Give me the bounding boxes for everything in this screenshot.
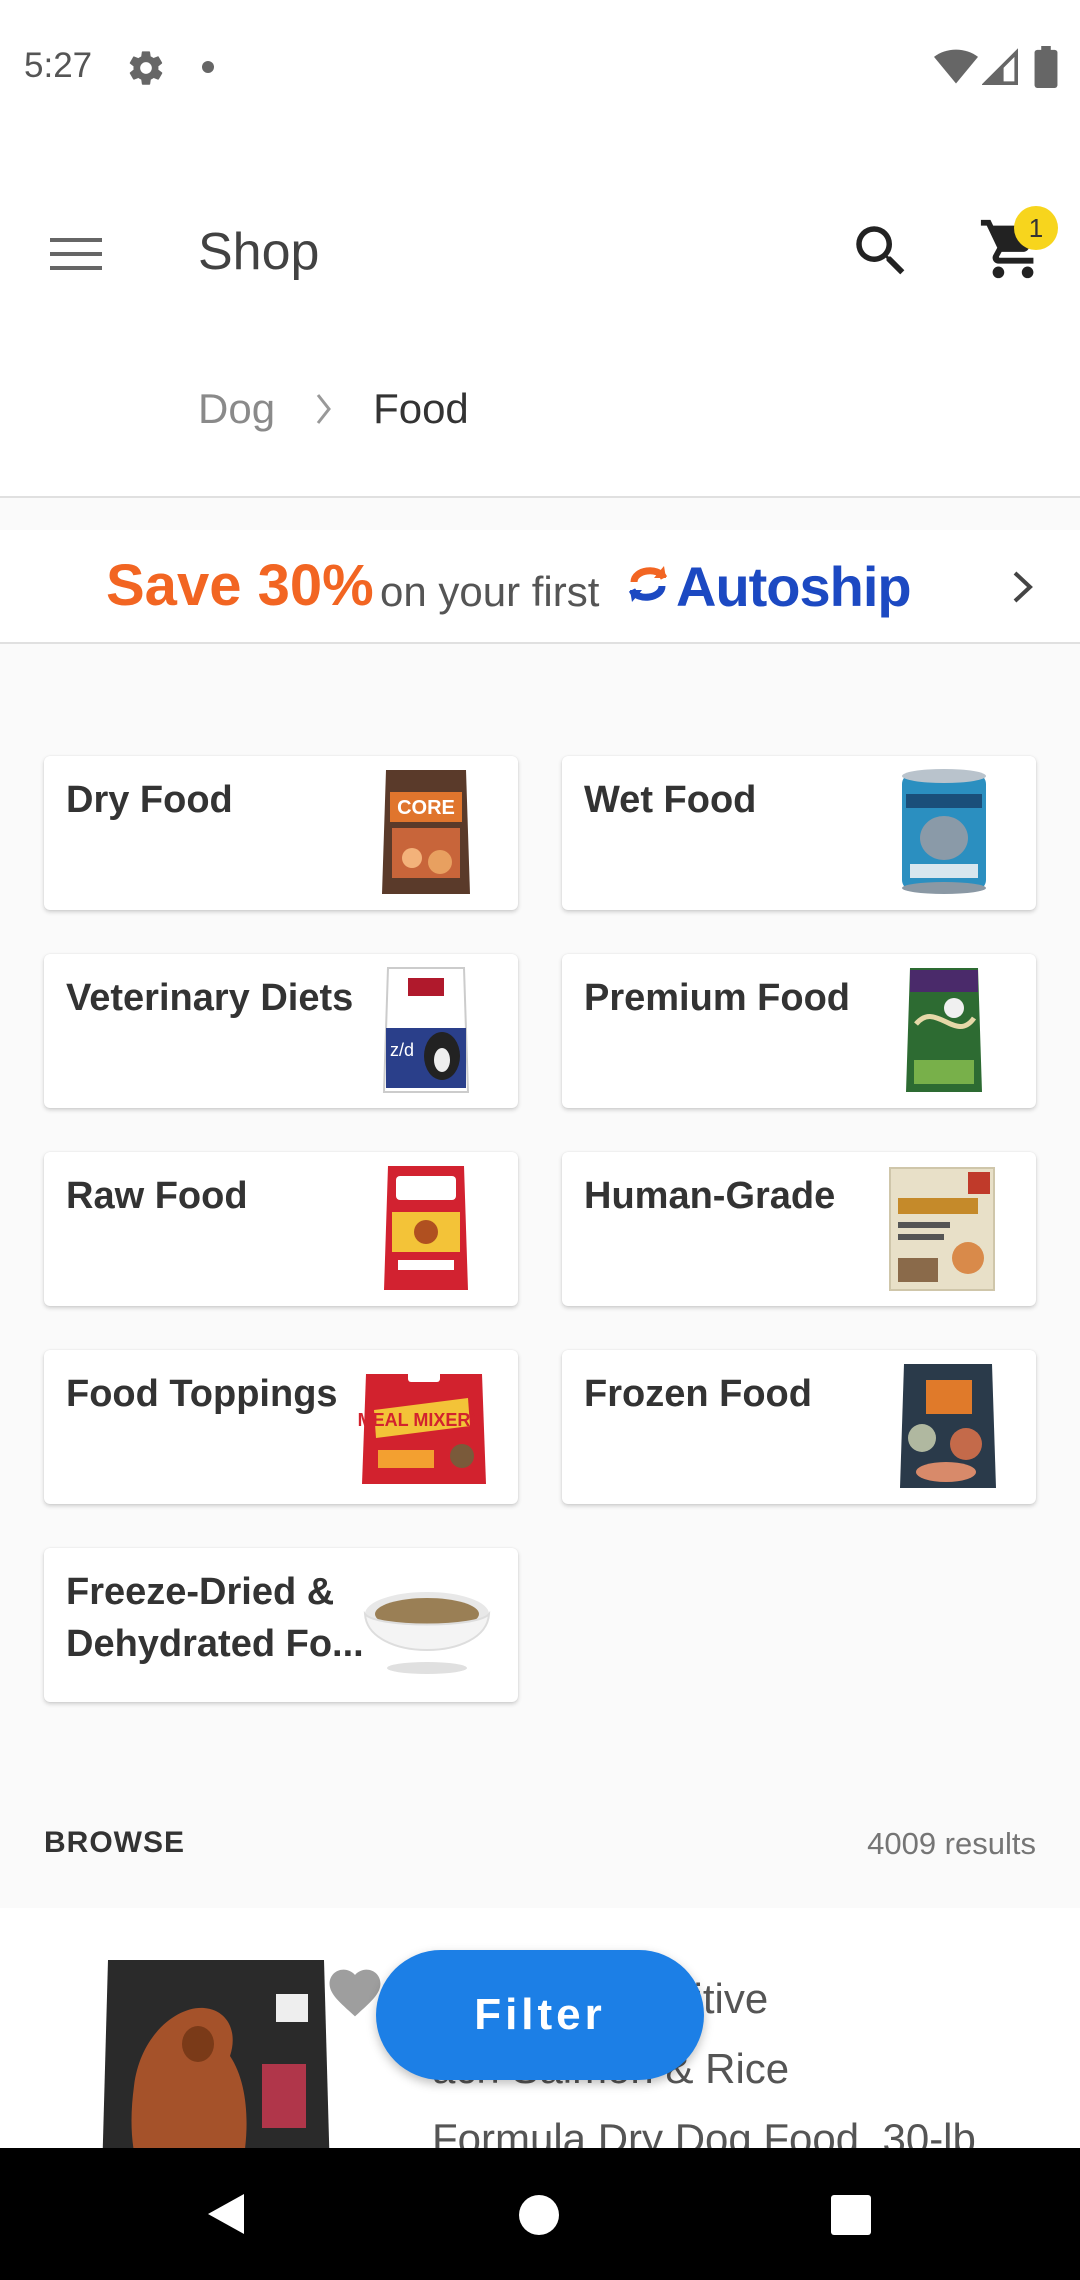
battery-icon — [1034, 46, 1058, 88]
promo-brand-text: Autoship — [676, 555, 912, 618]
food-bowl-icon — [363, 1592, 491, 1674]
chevron-right-icon — [1013, 571, 1033, 603]
breadcrumb-parent-link[interactable]: Dog — [198, 385, 275, 433]
category-card-frozen-food[interactable]: Frozen Food — [562, 1350, 1036, 1504]
status-bar: 5:27 — [0, 0, 1080, 134]
raw-food-bag-icon — [384, 1166, 468, 1290]
home-icon[interactable] — [518, 2194, 560, 2236]
category-label: Dry Food — [66, 779, 233, 821]
category-label: Human-Grade — [584, 1175, 836, 1217]
breadcrumb: Dog Food — [198, 374, 469, 444]
frozen-food-bag-icon — [900, 1364, 996, 1488]
category-card-raw-food[interactable]: Raw Food — [44, 1152, 518, 1306]
food-toppings-bag-icon: MEAL MIXERS — [358, 1364, 486, 1484]
chevron-right-icon — [316, 394, 331, 424]
breadcrumb-current: Food — [373, 385, 469, 432]
search-icon[interactable] — [848, 218, 914, 284]
category-label: Wet Food — [584, 779, 757, 821]
category-label: Veterinary Diets — [66, 977, 354, 1019]
recents-icon[interactable] — [830, 2194, 872, 2236]
vet-diet-bag-icon: z/d — [382, 967, 470, 1093]
svg-text:z/d: z/d — [390, 1040, 414, 1060]
svg-text:CORE: CORE — [397, 797, 455, 819]
status-time: 5:27 — [24, 46, 93, 85]
category-label: Frozen Food — [584, 1373, 812, 1415]
category-card-human-grade[interactable]: Human-Grade — [562, 1152, 1036, 1306]
category-card-food-toppings[interactable]: Food Toppings MEAL MIXERS — [44, 1350, 518, 1504]
svg-text:MEAL MIXERS: MEAL MIXERS — [358, 1410, 482, 1430]
product-title-line3: Formula Dry Dog Food, 30-lb — [432, 2115, 976, 2148]
category-label: Raw Food — [66, 1175, 248, 1217]
category-label: Freeze-Dried & Dehydrated Fo... — [66, 1571, 364, 1665]
category-card-veterinary-diets[interactable]: Veterinary Diets z/d — [44, 954, 518, 1108]
system-navigation-bar — [0, 2148, 1080, 2280]
autoship-promo-banner[interactable]: Save 30% on your first Autoship — [0, 530, 1080, 644]
cell-signal-icon — [982, 48, 1018, 85]
wifi-icon — [934, 49, 978, 84]
promo-save-text: Save 30% — [106, 553, 374, 618]
notification-dot-icon — [202, 61, 214, 73]
autoship-logo-icon — [628, 566, 668, 602]
category-card-wet-food[interactable]: Wet Food — [562, 756, 1036, 910]
results-count: 4009 results — [867, 1826, 1036, 1861]
back-icon[interactable] — [204, 2190, 248, 2238]
premium-food-bag-icon — [906, 968, 982, 1092]
filter-button[interactable]: Filter — [376, 1950, 704, 2080]
product-image — [102, 1960, 330, 2148]
browse-label: BROWSE — [44, 1826, 185, 1859]
wet-food-can-icon — [902, 769, 986, 894]
cart-count-badge: 1 — [1014, 206, 1058, 250]
dry-food-bag-icon: CORE — [382, 770, 470, 894]
category-label: Premium Food — [584, 977, 851, 1019]
category-card-dry-food[interactable]: Dry Food CORE — [44, 756, 518, 910]
category-card-freeze-dried[interactable]: Freeze-Dried & Dehydrated Fo... — [44, 1548, 518, 1702]
app-bar: Shop 1 Dog Food — [0, 134, 1080, 498]
category-label: Food Toppings — [66, 1373, 338, 1415]
category-card-premium-food[interactable]: Premium Food — [562, 954, 1036, 1108]
settings-icon — [129, 51, 163, 85]
hamburger-menu-icon[interactable] — [40, 224, 114, 284]
human-grade-box-icon — [889, 1167, 995, 1291]
page-title: Shop — [198, 223, 320, 281]
promo-middle-text: on your first — [380, 568, 600, 615]
